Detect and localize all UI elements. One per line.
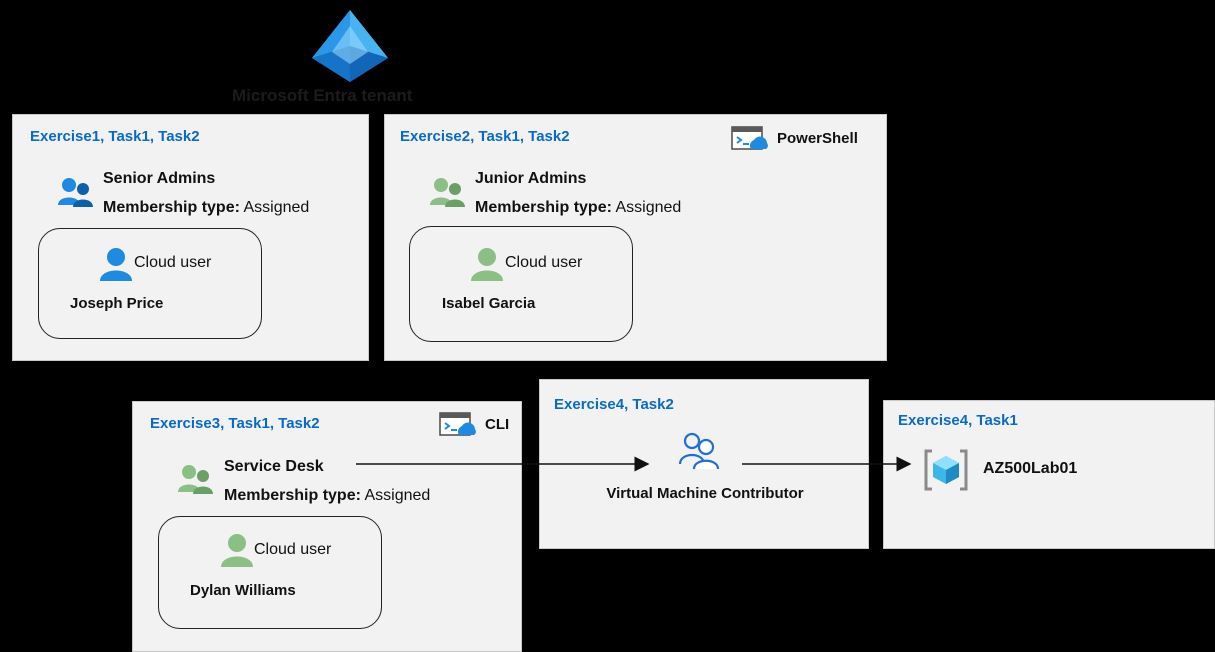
role-name: Virtual Machine Contributor [606, 485, 804, 502]
group-name: Service Desk [224, 458, 324, 475]
role-icon [678, 430, 722, 470]
membership-label: Membership type: [224, 487, 361, 504]
user-box [409, 226, 633, 342]
group-icon [429, 175, 467, 209]
resource-name: AZ500Lab01 [983, 460, 1078, 477]
tenant-label: Microsoft Entra tenant [232, 86, 413, 105]
panel-exercise3: Exercise3, Task1, Task2 CLI Service Desk… [132, 401, 522, 652]
exercise-title: Exercise4, Task1 [898, 412, 1018, 429]
exercise-title: Exercise3, Task1, Task2 [150, 415, 320, 432]
user-name: Joseph Price [70, 295, 164, 312]
user-name: Isabel Garcia [442, 295, 536, 312]
user-box [38, 228, 262, 339]
membership-value: Assigned [364, 487, 431, 504]
entra-tenant-icon [308, 8, 392, 84]
membership-value: Assigned [615, 199, 682, 216]
user-label: Cloud user [254, 541, 332, 558]
panel-exercise1: Exercise1, Task1, Task2 Senior Admins Me… [12, 114, 369, 361]
membership-type: Membership type: Assigned [224, 487, 430, 505]
user-icon [470, 246, 504, 282]
user-name: Dylan Williams [190, 582, 296, 599]
panel-exercise2: Exercise2, Task1, Task2 PowerShell Junio… [384, 114, 887, 361]
panel-exercise4-task2: Exercise4, Task2 Virtual Machine Contrib… [539, 379, 869, 549]
tool-label: PowerShell [777, 129, 858, 147]
group-icon [177, 462, 215, 496]
membership-label: Membership type: [103, 199, 240, 216]
user-label: Cloud user [134, 254, 212, 271]
tool-powershell: PowerShell [731, 124, 858, 152]
group-name: Junior Admins [475, 170, 587, 187]
membership-type: Membership type: Assigned [103, 199, 309, 217]
membership-type: Membership type: Assigned [475, 199, 681, 217]
user-icon [99, 246, 133, 282]
terminal-cloud-icon [439, 410, 477, 438]
exercise-title: Exercise1, Task1, Task2 [30, 128, 200, 145]
membership-label: Membership type: [475, 199, 612, 216]
user-box [158, 516, 382, 629]
panel-exercise4-task1: Exercise4, Task1 AZ500Lab01 [883, 400, 1215, 549]
membership-value: Assigned [243, 199, 310, 216]
user-label: Cloud user [505, 254, 583, 271]
exercise-title: Exercise2, Task1, Task2 [400, 128, 570, 145]
user-icon [220, 532, 254, 568]
group-name: Senior Admins [103, 170, 216, 187]
resource-group-icon [924, 449, 968, 491]
exercise-title: Exercise4, Task2 [554, 396, 674, 413]
terminal-cloud-icon [731, 124, 769, 152]
group-icon [57, 175, 95, 209]
tool-cli: CLI [439, 410, 509, 438]
tool-label: CLI [485, 415, 510, 433]
